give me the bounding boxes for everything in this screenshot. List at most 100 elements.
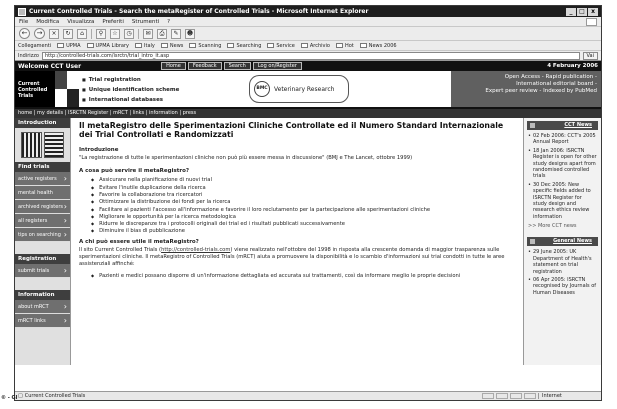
- welcome-text: Welcome CCT User: [18, 62, 82, 70]
- news-item[interactable]: 29 June 2005: UK Department of Health's …: [528, 249, 597, 275]
- feature-item: Unique identification scheme: [82, 85, 236, 95]
- windows-logo-icon: [586, 17, 597, 26]
- page-title: Il metaRegistro delle Sperimentazioni Cl…: [79, 121, 504, 139]
- toolbar-separator: [138, 28, 139, 39]
- link-item[interactable]: Service: [267, 43, 295, 49]
- edit-icon[interactable]: ✎: [171, 28, 181, 39]
- cct-logo[interactable]: Current Controlled Trials: [15, 71, 55, 107]
- promo-box[interactable]: Open Access - Rapid publication - Intern…: [451, 71, 601, 107]
- page-body: Introduction Find trials active register…: [15, 118, 601, 365]
- cct-link[interactable]: http://controlled-trials.com: [161, 247, 230, 253]
- nav-heading-registration: Registration: [15, 254, 70, 264]
- status-text: Current Controlled Trials: [24, 393, 86, 399]
- menu-edit[interactable]: Modifica: [36, 19, 59, 25]
- site-banner: Current Controlled Trials Trial registra…: [15, 71, 601, 109]
- folder-icon: [335, 43, 343, 48]
- link-item[interactable]: UPMA Library: [86, 43, 129, 49]
- benefit-list: Pazienti e medici possano disporre di un…: [91, 273, 515, 280]
- internet-zone: Internet: [538, 393, 598, 399]
- flags-image[interactable]: [21, 132, 64, 158]
- menu-view[interactable]: Visualizza: [67, 19, 94, 25]
- stop-icon[interactable]: ×: [49, 28, 59, 39]
- nav-home-button[interactable]: Home: [161, 62, 186, 70]
- go-button[interactable]: Vai: [582, 51, 598, 60]
- maximize-button[interactable]: □: [577, 7, 587, 16]
- nav-heading-find-trials[interactable]: Find trials: [15, 162, 70, 172]
- home-icon[interactable]: ⌂: [77, 28, 87, 39]
- print-icon[interactable]: ⎙: [157, 28, 167, 39]
- news-item[interactable]: 18 Jan 2006: ISRCTN Register is open for…: [528, 148, 597, 180]
- site-topbar: Welcome CCT User Home Feedback Search Lo…: [15, 61, 601, 71]
- general-news-heading[interactable]: General News: [527, 237, 598, 247]
- menu-help[interactable]: ?: [167, 19, 170, 25]
- toolbar: ← → × ↻ ⌂ ⚲ ☆ ◷ ✉ ⎙ ✎ ☻: [15, 27, 601, 41]
- list-item: Pazienti e medici possano disporre di un…: [91, 273, 515, 280]
- ie-icon: [18, 7, 26, 16]
- folder-icon: [189, 43, 197, 48]
- list-item: Favorire la collaborazione tra ricercato…: [91, 192, 515, 199]
- folder-icon: [57, 43, 65, 48]
- nav-item-archived[interactable]: archived registers: [15, 200, 70, 214]
- left-nav: Introduction Find trials active register…: [15, 118, 71, 365]
- nav-heading-introduction[interactable]: Introduction: [15, 118, 70, 128]
- site-nav-links[interactable]: home | my details | ISRCTN Register | mR…: [15, 109, 601, 118]
- menu-tools[interactable]: Strumenti: [132, 19, 159, 25]
- minimize-button[interactable]: _: [566, 7, 576, 16]
- list-item: Migliorare le opportunità per la ricerca…: [91, 214, 515, 221]
- news-item[interactable]: 02 Feb 2006: CCT's 2005 Annual Report: [528, 133, 597, 146]
- address-input[interactable]: http://controlled-trials.com/isrctn/tria…: [41, 51, 580, 60]
- nav-item-about-mrct[interactable]: about mRCT: [15, 300, 70, 314]
- news-item[interactable]: 30 Dec 2005: New specific fields added t…: [528, 182, 597, 220]
- forward-icon[interactable]: →: [34, 28, 45, 39]
- close-button[interactable]: x: [588, 7, 598, 16]
- messenger-icon[interactable]: ☻: [185, 28, 195, 39]
- nav-search-button[interactable]: Search: [223, 62, 251, 70]
- links-label: Collegamenti: [18, 42, 52, 49]
- menu-favorites[interactable]: Preferiti: [102, 19, 124, 25]
- folder-icon: [160, 43, 168, 48]
- list-item: Assicurare nella pianificazione di nuovi…: [91, 177, 515, 184]
- menu-bar: File Modifica Visualizza Preferiti Strum…: [15, 17, 601, 27]
- link-item[interactable]: Scanning: [189, 43, 221, 49]
- title-bar: Current Controlled Trials - Search the m…: [15, 6, 601, 17]
- nav-item-active-registers[interactable]: active registers: [15, 172, 70, 186]
- news-item[interactable]: 06 Apr 2005: ISRCTN recognised by Journa…: [528, 277, 597, 296]
- question-heading: A cosa può servire il metaRegistro?: [79, 167, 190, 174]
- nav-feedback-button[interactable]: Feedback: [187, 62, 222, 70]
- nav-item-mental-health[interactable]: mental health register: [15, 186, 70, 214]
- mail-icon[interactable]: ✉: [143, 28, 153, 39]
- list-item: Facilitare ai pazienti l'accesso all'inf…: [91, 207, 515, 214]
- link-item[interactable]: Searching: [227, 43, 261, 49]
- nav-item-tips[interactable]: tips on searching: [15, 228, 70, 242]
- search-icon[interactable]: ⚲: [96, 28, 106, 39]
- folder-icon: [86, 43, 94, 48]
- folder-icon: [267, 43, 275, 48]
- nav-item-mrct-links[interactable]: mRCT links: [15, 314, 70, 328]
- link-item[interactable]: Hot: [335, 43, 354, 49]
- nav-item-submit-trials[interactable]: submit trials: [15, 264, 70, 278]
- refresh-icon[interactable]: ↻: [63, 28, 73, 39]
- link-item[interactable]: News: [160, 43, 183, 49]
- back-icon[interactable]: ←: [19, 28, 30, 39]
- list-item: Ottimizzare la distribuzione dei fondi p…: [91, 199, 515, 206]
- favorites-icon[interactable]: ☆: [110, 28, 120, 39]
- menu-file[interactable]: File: [19, 19, 28, 25]
- address-bar: Indirizzo http://controlled-trials.com/i…: [15, 51, 601, 61]
- site-date: 4 February 2006: [547, 63, 598, 69]
- folder-icon: [135, 43, 143, 48]
- more-cct-news-link[interactable]: >> More CCT news: [528, 223, 597, 229]
- link-item[interactable]: Archivio: [300, 43, 330, 49]
- cct-news-heading[interactable]: CCT News: [527, 121, 598, 130]
- links-bar: Collegamenti UPMA UPMA Library Italy New…: [15, 41, 601, 51]
- feature-item: International databases: [82, 95, 236, 105]
- nav-logon-button[interactable]: Log on/Register: [252, 62, 302, 70]
- link-item[interactable]: Italy: [135, 43, 155, 49]
- question-heading: A chi può essere utile il metaRegistro?: [79, 239, 199, 246]
- bmc-logo-icon: BMC: [254, 81, 270, 97]
- link-item[interactable]: News 2006: [359, 43, 397, 49]
- copyright-note: © - GI: [1, 395, 18, 401]
- history-icon[interactable]: ◷: [124, 28, 134, 39]
- bmc-advert[interactable]: BMC Veterinary Research: [249, 75, 349, 103]
- nav-item-all-registers[interactable]: all registers: [15, 214, 70, 228]
- link-item[interactable]: UPMA: [57, 43, 81, 49]
